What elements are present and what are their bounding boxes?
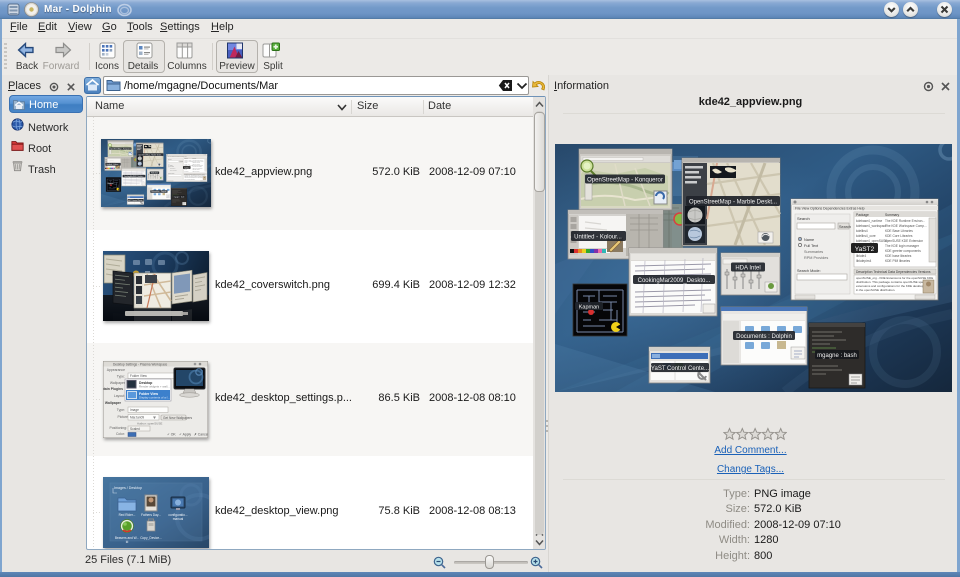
svg-text:Red Rider...: Red Rider... — [119, 513, 136, 517]
svg-text:Color:: Color: — [116, 432, 125, 436]
svg-text:✓ OK: ✓ OK — [167, 433, 176, 437]
svg-text:Get New Wallpapers: Get New Wallpapers — [163, 416, 193, 420]
svg-text:manual: manual — [173, 517, 184, 521]
svg-text:ld: ld — [126, 540, 129, 544]
svg-text:MarJan09: MarJan09 — [130, 416, 144, 420]
svg-text:Contain Plugins: Contain Plugins — [103, 387, 123, 391]
svg-text:Wallpaper: Wallpaper — [110, 381, 126, 385]
svg-text:Folder View: Folder View — [130, 374, 147, 378]
svg-text:✓ Apply: ✓ Apply — [179, 433, 191, 437]
svg-text:Desktop Settings - Plasma Work: Desktop Settings - Plasma Workspace — [113, 363, 168, 367]
svg-text:Type:: Type: — [117, 408, 125, 412]
svg-text:Display contents of a f...: Display contents of a f... — [139, 395, 170, 399]
svg-text:Images / Desktop: Images / Desktop — [114, 486, 142, 490]
svg-text:Scaled: Scaled — [130, 427, 140, 431]
svg-text:Layout:: Layout: — [114, 394, 125, 398]
svg-text:Copy_Device...: Copy_Device... — [140, 536, 162, 540]
svg-text:Appearance: Appearance — [107, 368, 125, 372]
svg-text:Type:: Type: — [117, 375, 125, 379]
svg-text:Positioning:: Positioning: — [109, 426, 127, 430]
svg-text:Render widgets + wall...: Render widgets + wall... — [139, 385, 170, 389]
svg-text:Image: Image — [130, 408, 139, 412]
svg-text:✗ Cancel: ✗ Cancel — [194, 433, 208, 437]
svg-text:Wallpaper: Wallpaper — [105, 401, 122, 405]
svg-text:Fathers Day...: Fathers Day... — [141, 513, 161, 517]
svg-text:Author: openSUSE: Author: openSUSE — [137, 422, 162, 426]
svg-text:Picture:: Picture: — [118, 415, 130, 419]
